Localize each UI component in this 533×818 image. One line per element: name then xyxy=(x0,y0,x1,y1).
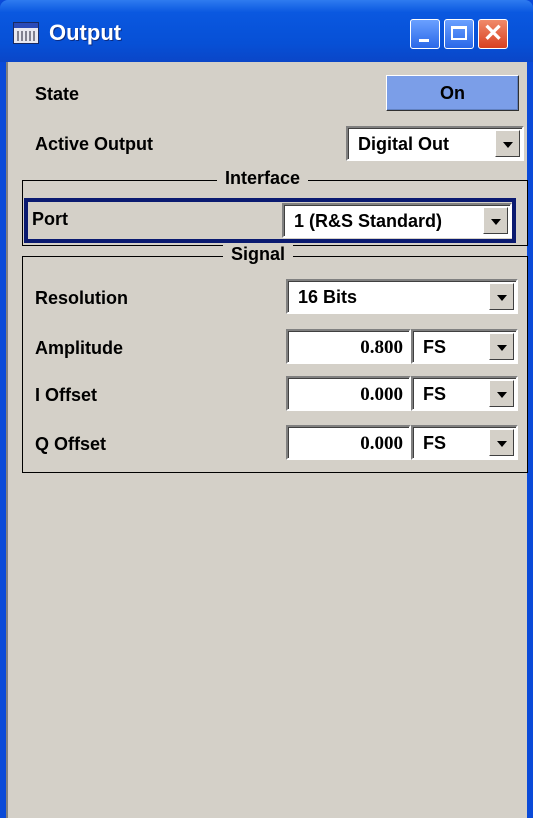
port-value: 1 (R&S Standard) xyxy=(294,211,443,231)
amplitude-unit-select[interactable]: FS xyxy=(411,329,518,364)
port-row: Port 1 (R&S Standard) xyxy=(24,198,516,243)
minimize-icon xyxy=(419,39,429,42)
resolution-value: 16 Bits xyxy=(298,287,358,307)
signal-group-title: Signal xyxy=(223,244,294,265)
maximize-icon xyxy=(451,26,467,40)
chevron-down-icon xyxy=(497,392,507,398)
i-offset-label: I Offset xyxy=(35,385,98,405)
q-offset-unit-dropdown-button[interactable] xyxy=(489,429,514,456)
i-offset-unit-select[interactable]: FS xyxy=(411,376,518,411)
amplitude-unit-dropdown-button[interactable] xyxy=(489,333,514,360)
amplitude-value: 0.800 xyxy=(360,337,403,358)
i-offset-unit: FS xyxy=(423,384,447,404)
state-label: State xyxy=(35,84,80,104)
amplitude-label: Amplitude xyxy=(35,338,123,358)
q-offset-label: Q Offset xyxy=(35,434,107,454)
active-output-value: Digital Out xyxy=(358,134,449,154)
port-select[interactable]: 1 (R&S Standard) xyxy=(282,203,512,238)
chevron-down-icon xyxy=(491,219,501,225)
chevron-down-icon xyxy=(497,441,507,447)
port-label: Port xyxy=(32,209,68,229)
chevron-down-icon xyxy=(503,142,513,148)
port-dropdown-button[interactable] xyxy=(483,207,508,234)
close-button[interactable]: ✕ xyxy=(478,19,508,49)
i-offset-unit-dropdown-button[interactable] xyxy=(489,380,514,407)
i-offset-value: 0.000 xyxy=(360,384,403,405)
amplitude-unit: FS xyxy=(423,337,447,357)
q-offset-unit-select[interactable]: FS xyxy=(411,425,518,460)
amplitude-input[interactable]: 0.800 xyxy=(286,329,411,364)
window-title: Output xyxy=(49,20,122,45)
resolution-select[interactable]: 16 Bits xyxy=(286,279,518,314)
active-output-label: Active Output xyxy=(35,134,154,154)
q-offset-value: 0.000 xyxy=(360,433,403,454)
interface-group-title: Interface xyxy=(217,168,309,189)
title-bar[interactable]: Output ✕ xyxy=(0,0,533,62)
minimize-button[interactable] xyxy=(410,19,440,49)
resolution-label: Resolution xyxy=(35,288,128,308)
state-toggle-button[interactable]: On xyxy=(386,75,519,111)
i-offset-input[interactable]: 0.000 xyxy=(286,376,411,411)
q-offset-input[interactable]: 0.000 xyxy=(286,425,411,460)
app-window-icon[interactable] xyxy=(13,22,39,44)
q-offset-unit: FS xyxy=(423,433,447,453)
output-panel: State On Active Output Digital Out Inter… xyxy=(6,62,528,818)
maximize-button[interactable] xyxy=(444,19,474,49)
chevron-down-icon xyxy=(497,295,507,301)
active-output-select[interactable]: Digital Out xyxy=(346,126,524,161)
active-output-dropdown-button[interactable] xyxy=(495,130,520,157)
chevron-down-icon xyxy=(497,345,507,351)
resolution-dropdown-button[interactable] xyxy=(489,283,514,310)
close-icon: ✕ xyxy=(482,20,504,47)
